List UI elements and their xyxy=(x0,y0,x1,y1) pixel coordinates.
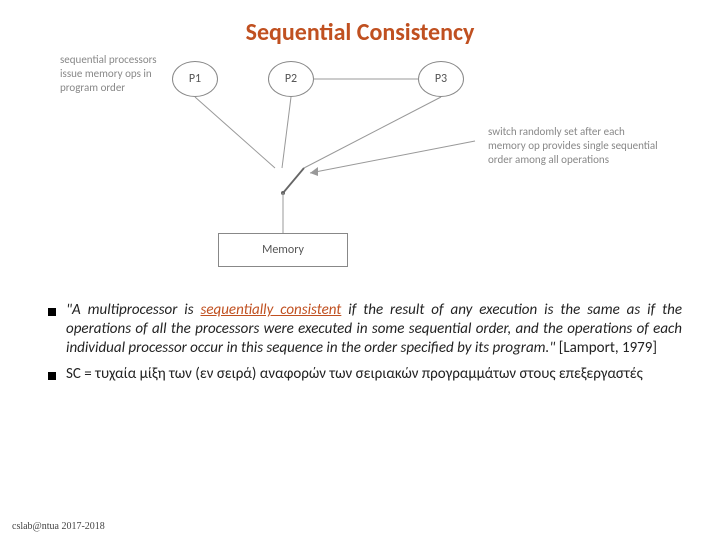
bullet-list: "A multiprocessor is sequentially consis… xyxy=(0,301,720,384)
switch-label: switch randomly set after each memory op… xyxy=(488,125,660,166)
processor-p1: P1 xyxy=(172,61,218,97)
sc-diagram: sequential processors issue memory ops i… xyxy=(60,53,660,283)
bullet-item: "A multiprocessor is sequentially consis… xyxy=(48,301,682,357)
bullet-item: SC = τυχαία μίξη των (εν σειρά) αναφορών… xyxy=(48,365,682,384)
bullet-square-icon xyxy=(48,372,56,380)
seq-consistent-term: sequentially consistent xyxy=(201,301,342,319)
bullet-square-icon xyxy=(48,308,56,316)
memory-box: Memory xyxy=(218,233,348,267)
bullet-text: "A multiprocessor is sequentially consis… xyxy=(66,301,682,357)
quote-pre: "A multiprocessor is xyxy=(66,301,201,319)
bullet-text: SC = τυχαία μίξη των (εν σειρά) αναφορών… xyxy=(66,365,682,384)
citation: [Lamport, 1979] xyxy=(555,339,657,357)
footer-text: cslab@ntua 2017-2018 xyxy=(12,521,105,532)
sequential-label: sequential processors issue memory ops i… xyxy=(60,53,160,94)
slide-title: Sequential Consistency xyxy=(0,0,720,53)
processor-p3: P3 xyxy=(418,61,464,97)
processor-p2: P2 xyxy=(268,61,314,97)
